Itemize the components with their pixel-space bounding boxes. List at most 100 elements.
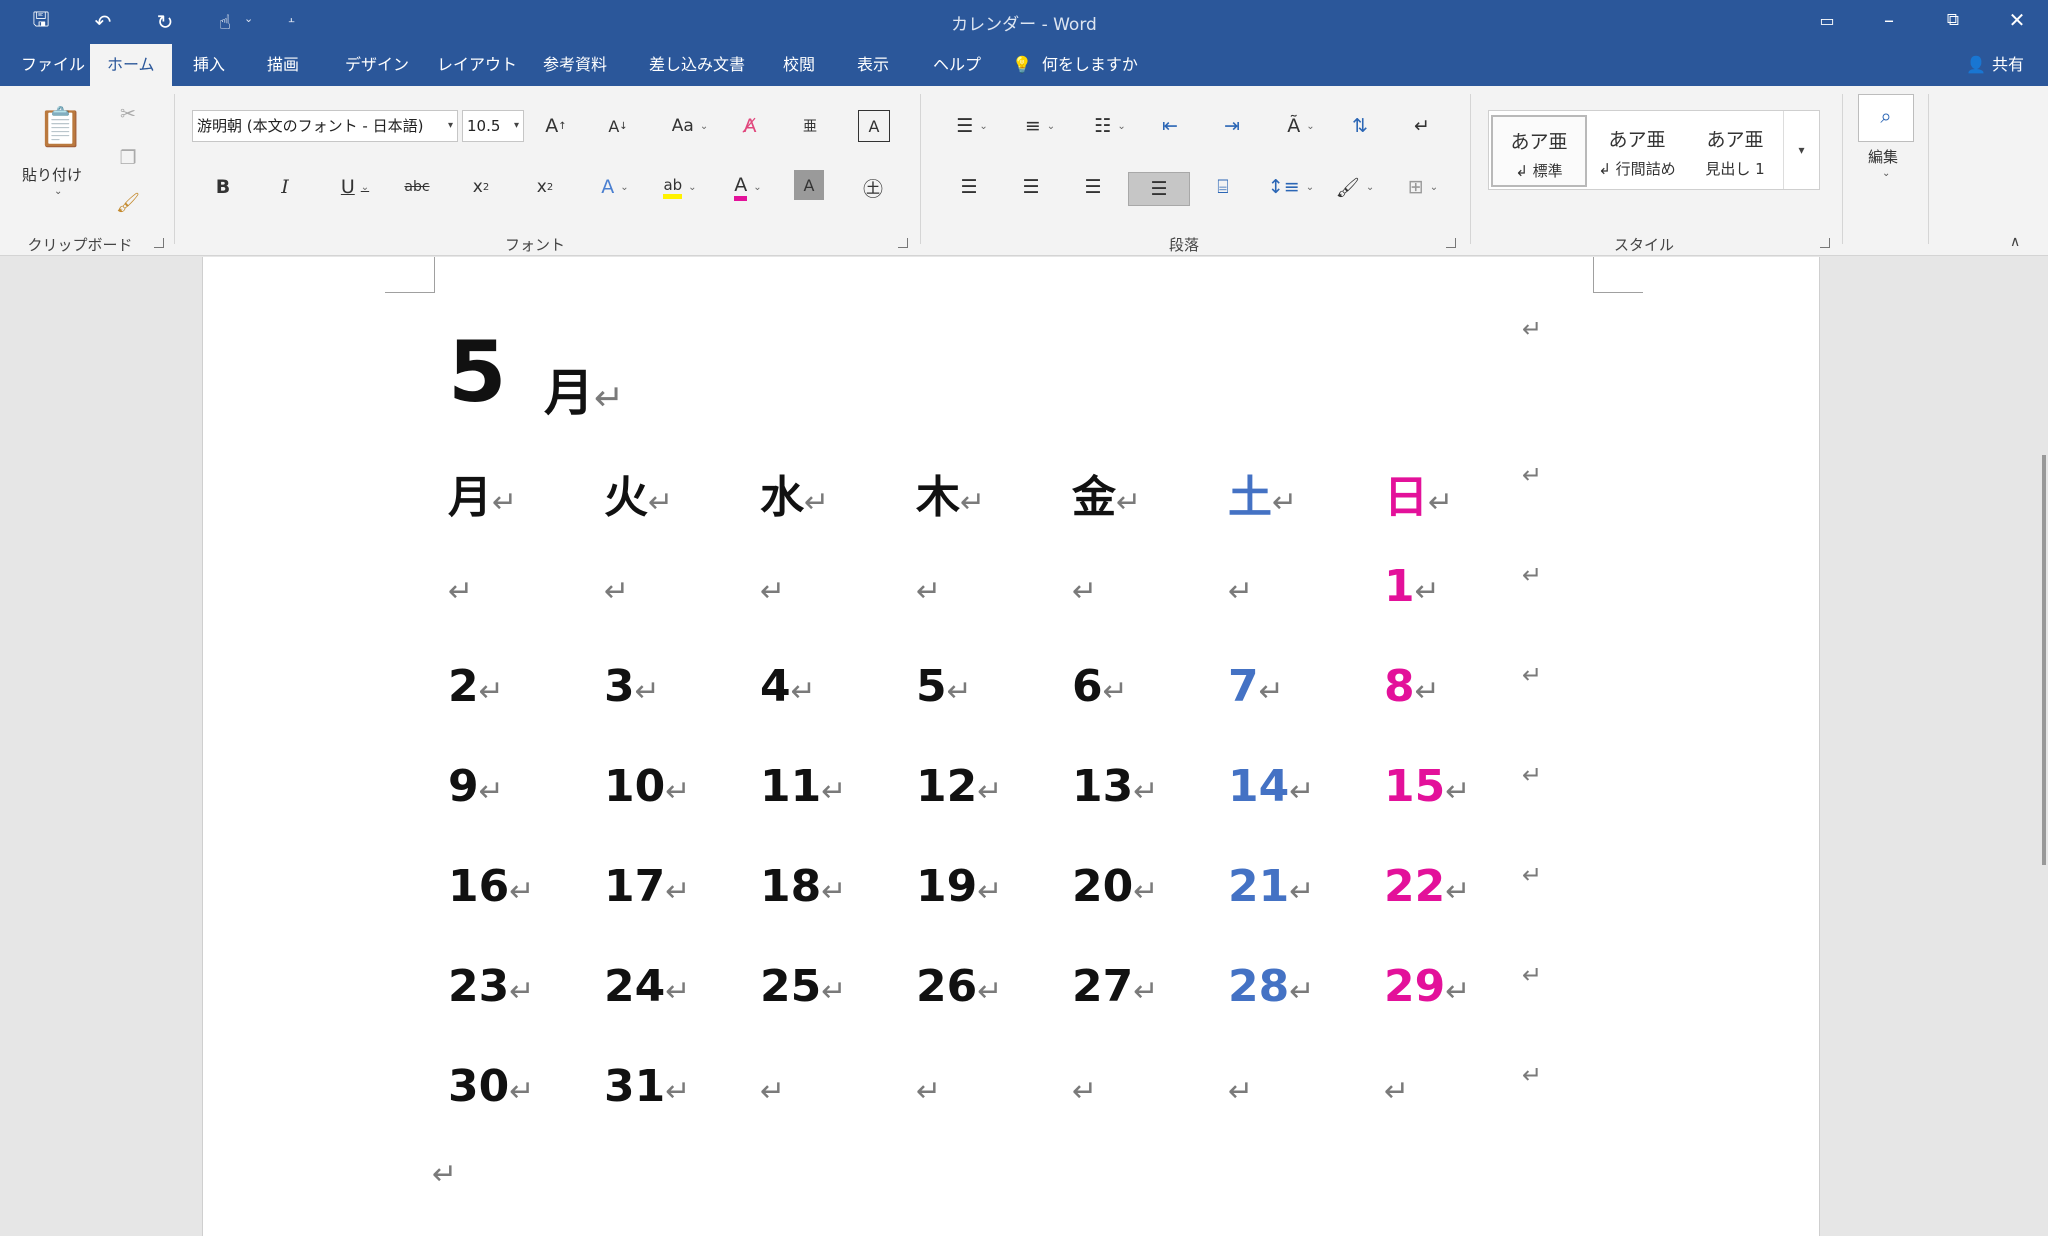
bullets-icon[interactable]: ☰ ⌄ — [946, 110, 998, 142]
italic-icon[interactable]: I — [268, 170, 302, 204]
shading-icon[interactable]: 🖌 ⌄ — [1328, 170, 1382, 204]
change-case-icon[interactable]: Aa ⌄ — [664, 110, 716, 142]
font-launcher-icon[interactable] — [898, 238, 908, 248]
paragraph-mark: ↵ — [946, 674, 972, 709]
cell-text: 21 — [1228, 861, 1290, 912]
cell-text: 12 — [916, 761, 978, 812]
paragraph-mark: ↵ — [448, 574, 474, 609]
tab-insert[interactable]: 挿入 — [176, 44, 242, 86]
paste-button-label[interactable]: 貼り付け — [22, 164, 82, 185]
style-name: ↲ 行間詰め — [1598, 160, 1676, 178]
paragraph-mark: ↵ — [665, 874, 691, 909]
close-icon[interactable]: ✕ — [1986, 0, 2048, 40]
tab-layout[interactable]: レイアウト — [420, 44, 534, 86]
tab-review[interactable]: 校閲 — [766, 44, 832, 86]
borders-icon[interactable]: ⊞ ⌄ — [1396, 170, 1450, 204]
cell-text: 13 — [1072, 761, 1134, 812]
clear-formatting-icon[interactable]: A̸ — [734, 110, 766, 142]
justify-icon[interactable]: ☰ — [1128, 172, 1190, 206]
empty-cell: ↵ — [1228, 1061, 1253, 1112]
phonetic-guide-icon[interactable]: 亜 — [794, 110, 826, 142]
decrease-indent-icon[interactable]: ⇤ — [1154, 110, 1186, 142]
minimize-icon[interactable]: – — [1858, 0, 1920, 40]
clipboard-launcher-icon[interactable] — [154, 238, 164, 248]
paragraph-mark: ↵ — [1428, 485, 1454, 520]
paragraph-mark: ↵ — [1072, 574, 1098, 609]
bold-icon[interactable]: B — [206, 170, 240, 204]
enclosed-character-icon[interactable]: A — [858, 110, 890, 142]
ribbon-display-options-icon[interactable]: ▭ — [1796, 0, 1858, 40]
font-group-label: フォント — [504, 236, 565, 254]
scrollbar-thumb[interactable] — [2042, 455, 2046, 865]
style-normal[interactable]: あア亜 ↲ 標準 — [1491, 115, 1587, 187]
share-button[interactable]: 👤 共有 — [1966, 44, 2024, 86]
editing-button[interactable]: ⌕ — [1858, 94, 1914, 142]
restore-icon[interactable]: ⧉ — [1922, 0, 1984, 40]
paragraph-mark: ↵ — [821, 874, 847, 909]
paragraph-mark: ↵ — [804, 485, 830, 520]
tab-mailings[interactable]: 差し込み文書 — [632, 44, 762, 86]
paste-dropdown-icon[interactable]: ⌄ — [54, 186, 62, 197]
styles-more-icon[interactable]: ▾ — [1783, 111, 1819, 189]
paragraph-mark: ↵ — [432, 1157, 458, 1192]
cut-icon[interactable]: ✂ — [112, 100, 144, 128]
text-effects-icon[interactable]: A ⌄ — [592, 170, 638, 204]
style-no-spacing[interactable]: あア亜 ↲ 行間詰め — [1589, 115, 1685, 187]
align-right-icon[interactable]: ☰ — [1076, 170, 1110, 204]
day-cell: 18↵ — [760, 861, 846, 912]
line-spacing-icon[interactable]: ↕≡ ⌄ — [1268, 170, 1314, 204]
highlight-color-icon[interactable]: ab ⌄ — [654, 170, 706, 204]
align-center-icon[interactable]: ☰ — [1014, 170, 1048, 204]
paste-icon[interactable]: 📋 — [26, 100, 96, 154]
font-name-dropdown[interactable]: 游明朝 (本文のフォント - 日本語) ▾ — [192, 110, 458, 142]
show-formatting-marks-icon[interactable]: ↵ — [1406, 110, 1438, 142]
row-end-mark: ↵ — [1522, 561, 1543, 589]
editing-dropdown-icon[interactable]: ⌄ — [1882, 168, 1890, 179]
grow-font-icon[interactable]: A ↑ — [538, 110, 574, 142]
distributed-icon[interactable]: ⌸ — [1206, 170, 1240, 204]
day-cell: 9↵ — [448, 761, 504, 812]
tab-file[interactable]: ファイル — [4, 44, 102, 86]
cell-text: 5 — [916, 661, 947, 712]
font-color-icon[interactable]: A ⌄ — [722, 170, 774, 204]
tab-home[interactable]: ホーム — [90, 44, 172, 86]
row-end-mark: ↵ — [1522, 461, 1543, 489]
tab-view[interactable]: 表示 — [840, 44, 906, 86]
paragraph-mark: ↵ — [1258, 674, 1284, 709]
style-heading-1[interactable]: あア亜 見出し 1 — [1687, 115, 1783, 187]
underline-icon[interactable]: U ⌄ — [330, 170, 380, 204]
multilevel-list-icon[interactable]: ☷ ⌄ — [1084, 110, 1136, 142]
format-painter-icon[interactable]: 🖌 — [112, 188, 144, 216]
strikethrough-icon[interactable]: abc — [400, 170, 434, 204]
numbering-icon[interactable]: ≡ ⌄ — [1014, 110, 1066, 142]
empty-cell: ↵ — [1072, 561, 1097, 612]
paragraph-mark: ↵ — [478, 774, 504, 809]
tab-design[interactable]: デザイン — [328, 44, 426, 86]
character-shading-icon[interactable]: A — [794, 170, 824, 200]
tell-me-box[interactable]: 💡 何をしますか — [1012, 44, 1138, 86]
sort-icon[interactable]: ⇅ — [1344, 110, 1376, 142]
font-size-dropdown[interactable]: 10.5 ▾ — [462, 110, 524, 142]
styles-launcher-icon[interactable] — [1820, 238, 1830, 248]
paragraph-launcher-icon[interactable] — [1446, 238, 1456, 248]
paragraph-mark: ↵ — [1133, 874, 1159, 909]
tab-draw[interactable]: 描画 — [250, 44, 316, 86]
enclose-characters-icon[interactable]: ㊏ — [856, 170, 890, 204]
subscript-icon[interactable]: x2 — [464, 170, 498, 204]
shrink-font-icon[interactable]: A ↓ — [600, 110, 636, 142]
copy-icon[interactable]: ❐ — [112, 144, 144, 172]
weekday-header: 月↵ — [448, 461, 517, 525]
document-page[interactable] — [202, 257, 1820, 1236]
align-left-icon[interactable]: ☰ — [952, 170, 986, 204]
tab-references[interactable]: 参考資料 — [526, 44, 624, 86]
empty-cell: ↵ — [1384, 1061, 1409, 1112]
weekday-header: 日↵ — [1384, 461, 1453, 525]
increase-indent-icon[interactable]: ⇥ — [1216, 110, 1248, 142]
paragraph-mark: ↵ — [1133, 774, 1159, 809]
cell-text: 24 — [604, 961, 666, 1012]
tab-help[interactable]: ヘルプ — [916, 44, 998, 86]
collapse-ribbon-icon[interactable]: ∧ — [2010, 234, 2020, 250]
superscript-icon[interactable]: x2 — [528, 170, 562, 204]
asian-layout-icon[interactable]: Ã ⌄ — [1278, 110, 1324, 142]
day-cell: 16↵ — [448, 861, 534, 912]
